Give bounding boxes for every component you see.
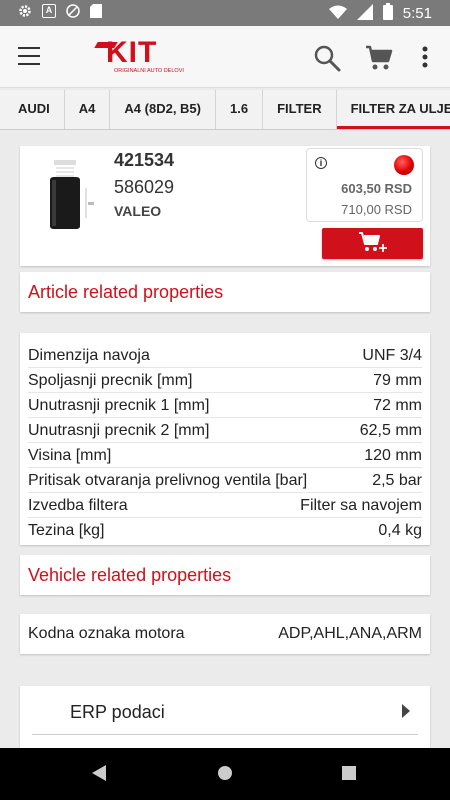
property-name: Kodna oznaka motora xyxy=(28,625,185,642)
property-row: Tezina [kg] 0,4 kg xyxy=(28,518,422,543)
property-row: Unutrasnji precnik 2 [mm] 62,5 mm xyxy=(28,418,422,443)
cart-icon[interactable] xyxy=(365,45,393,76)
property-row: Pritisak otvaranja prelivnog ventila [ba… xyxy=(28,468,422,493)
property-value: ADP,AHL,ANA,ARM xyxy=(278,625,422,642)
property-value: 120 mm xyxy=(364,447,422,464)
breadcrumb-1-6[interactable]: 1.6 xyxy=(216,90,264,129)
circle-icon xyxy=(66,4,80,18)
property-row: Dimenzija navoja UNF 3/4 xyxy=(28,343,422,368)
product-brand: VALEO xyxy=(114,203,162,219)
divider xyxy=(32,734,418,735)
breadcrumb-a4-8d2-b5[interactable]: A4 (8D2, B5) xyxy=(110,90,216,129)
logo-text: KIT xyxy=(106,36,158,69)
article-properties-title: Article related properties xyxy=(28,282,224,302)
erp-label: ERP podaci xyxy=(70,702,165,722)
chevron-right-icon xyxy=(402,704,410,723)
system-navigation-bar xyxy=(0,748,450,800)
property-name: Visina [mm] xyxy=(28,447,112,464)
product-card[interactable]: 421534 586029 VALEO i 603,50 RSD 710,00 … xyxy=(20,146,430,266)
property-value: UNF 3/4 xyxy=(362,347,422,364)
property-value: 62,5 mm xyxy=(359,422,422,439)
property-value: 2,5 bar xyxy=(372,472,422,489)
erp-data-row[interactable]: ERP podaci xyxy=(20,686,430,748)
gear-icon xyxy=(18,4,32,18)
status-bar: A 5:51 xyxy=(0,0,450,26)
property-name: Unutrasnji precnik 2 [mm] xyxy=(28,422,210,439)
list-price: 710,00 RSD xyxy=(341,202,412,217)
property-name: Spoljasnji precnik [mm] xyxy=(28,372,193,389)
sd-card-icon xyxy=(90,4,104,18)
breadcrumb: AUDI A4 A4 (8D2, B5) 1.6 FILTER FILTER Z… xyxy=(0,90,450,130)
signal-icon xyxy=(356,3,373,24)
search-icon[interactable] xyxy=(313,44,341,77)
vehicle-properties-header: Vehicle related properties xyxy=(20,555,430,595)
notification-a-icon: A xyxy=(42,4,56,18)
availability-indicator xyxy=(394,155,414,175)
property-value: Filter sa navojem xyxy=(300,497,422,514)
oil-filter-image xyxy=(42,158,102,230)
property-row: Kodna oznaka motora ADP,AHL,ANA,ARM xyxy=(28,621,422,646)
property-name: Unutrasnji precnik 1 [mm] xyxy=(28,397,210,414)
property-value: 79 mm xyxy=(373,372,422,389)
info-icon[interactable]: i xyxy=(315,157,327,169)
property-value: 0,4 kg xyxy=(378,522,422,539)
price: 603,50 RSD xyxy=(341,181,412,196)
notification-letter: A xyxy=(45,5,53,15)
breadcrumb-filter[interactable]: FILTER xyxy=(263,90,337,129)
property-name: Pritisak otvaranja prelivnog ventila [ba… xyxy=(28,472,308,489)
kit-logo[interactable]: KIT ORIGINALNI AUTO DELOVI xyxy=(92,34,184,74)
clock-time: 5:51 xyxy=(402,5,432,22)
article-properties-list: Dimenzija navoja UNF 3/4 Spoljasnji precn… xyxy=(20,333,430,545)
property-row: Visina [mm] 120 mm xyxy=(28,443,422,468)
home-icon[interactable] xyxy=(217,765,233,786)
logo-tagline: ORIGINALNI AUTO DELOVI xyxy=(114,68,184,74)
add-to-cart-button[interactable] xyxy=(322,228,423,259)
add-to-cart-icon xyxy=(358,232,388,256)
property-name: Tezina [kg] xyxy=(28,522,105,539)
property-row: Spoljasnji precnik [mm] 79 mm xyxy=(28,368,422,393)
product-code: 421534 xyxy=(114,150,175,170)
recents-icon[interactable] xyxy=(342,766,356,785)
vehicle-properties-list: Kodna oznaka motora ADP,AHL,ANA,ARM xyxy=(20,614,430,654)
breadcrumb-a4[interactable]: A4 xyxy=(65,90,111,129)
back-icon[interactable] xyxy=(92,765,106,786)
app-bar: KIT ORIGINALNI AUTO DELOVI xyxy=(0,26,450,88)
breadcrumb-filter-za-ulje[interactable]: FILTER ZA ULJE xyxy=(336,90,450,129)
property-value: 72 mm xyxy=(373,397,422,414)
menu-icon[interactable] xyxy=(18,47,40,65)
property-name: Izvedba filtera xyxy=(28,497,128,514)
price-box: i 603,50 RSD 710,00 RSD xyxy=(306,148,423,222)
wifi-icon xyxy=(328,5,347,23)
property-row: Unutrasnji precnik 1 [mm] 72 mm xyxy=(28,393,422,418)
more-vert-icon[interactable] xyxy=(422,46,428,73)
breadcrumb-audi[interactable]: AUDI xyxy=(0,90,65,129)
vehicle-properties-title: Vehicle related properties xyxy=(28,565,232,585)
property-name: Dimenzija navoja xyxy=(28,347,150,364)
property-row: Izvedba filtera Filter sa navojem xyxy=(28,493,422,518)
battery-icon xyxy=(382,3,393,24)
product-secondary-code: 586029 xyxy=(114,177,175,197)
article-properties-header: Article related properties xyxy=(20,272,430,312)
